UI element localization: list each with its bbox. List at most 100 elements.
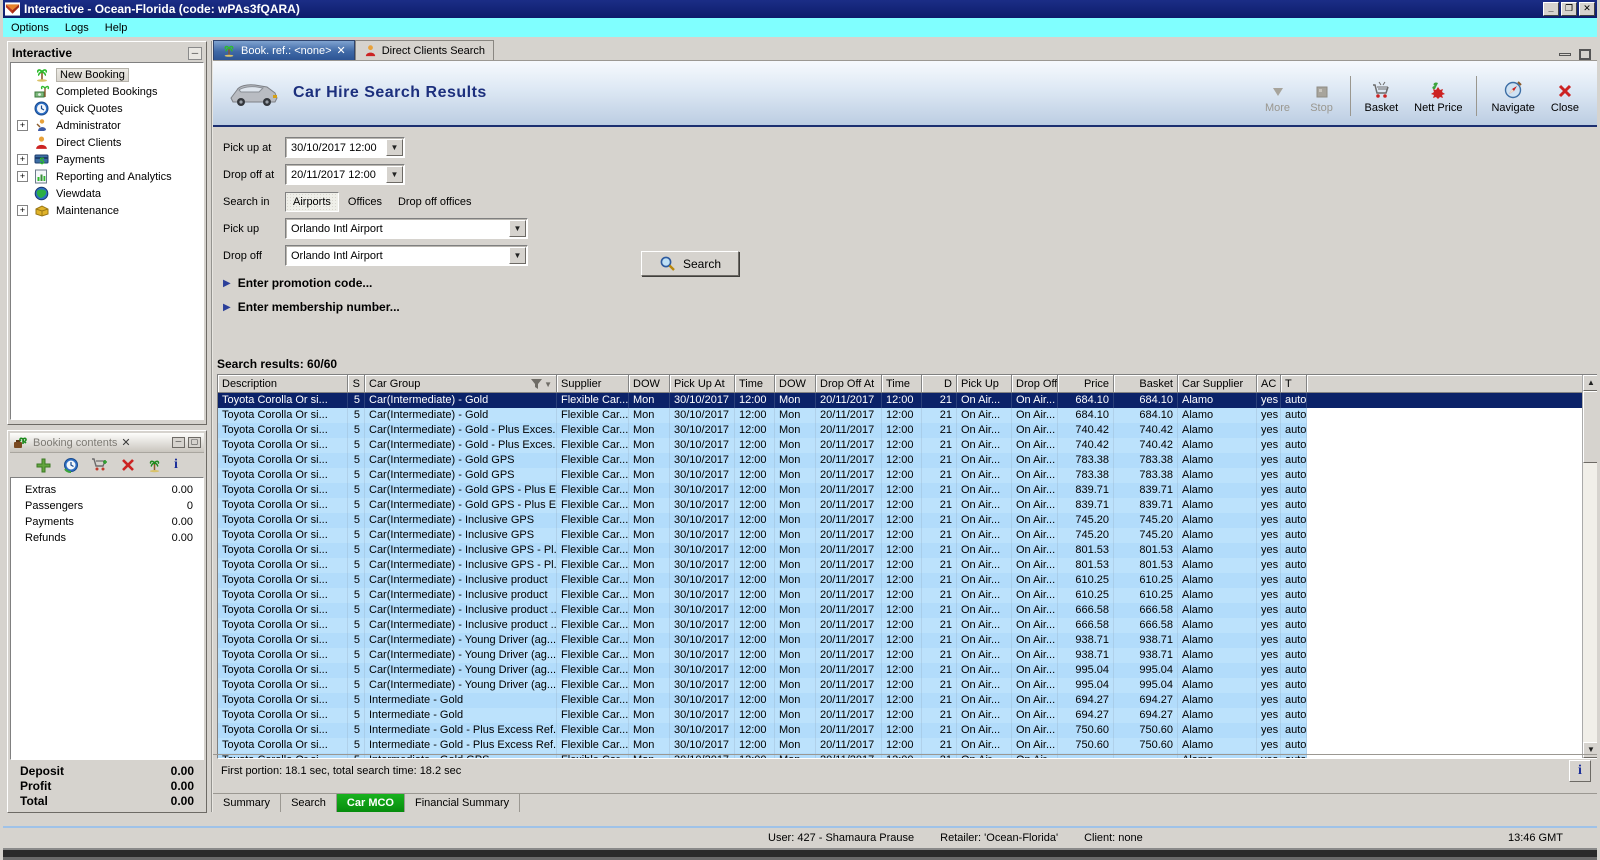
table-row[interactable]: Toyota Corolla Or si... 5 Car(Intermediate… bbox=[218, 528, 1597, 543]
delete-icon[interactable] bbox=[121, 458, 135, 472]
table-row[interactable]: Toyota Corolla Or si... 5 Car(Intermediate… bbox=[218, 438, 1597, 453]
pickup-combobox[interactable]: Orlando Intl Airport ▼ bbox=[285, 218, 528, 239]
sidebar-item-completed-bookings[interactable]: Completed Bookings bbox=[11, 83, 203, 100]
quote-clock-icon[interactable] bbox=[63, 457, 79, 473]
table-row[interactable]: Toyota Corolla Or si... 5 Car(Intermediate… bbox=[218, 648, 1597, 663]
menu-help[interactable]: Help bbox=[97, 20, 136, 36]
chevron-down-icon[interactable]: ▼ bbox=[509, 247, 526, 264]
sidebar-item-direct-clients[interactable]: Direct Clients bbox=[11, 134, 203, 151]
navigate-button[interactable]: Navigate bbox=[1485, 78, 1540, 116]
table-row[interactable]: Toyota Corolla Or si... 5 Car(Intermediate… bbox=[218, 633, 1597, 648]
booking-contents-minimize-button[interactable]: ─ bbox=[172, 437, 185, 448]
table-row[interactable]: Toyota Corolla Or si... 5 Car(Intermediate… bbox=[218, 573, 1597, 588]
sidebar-collapse-button[interactable]: ─ bbox=[188, 46, 202, 60]
table-row[interactable]: Toyota Corolla Or si... 5 Car(Intermediate… bbox=[218, 513, 1597, 528]
table-scrollbar[interactable]: ▲ ▼ bbox=[1582, 375, 1597, 758]
info-button[interactable]: i bbox=[1569, 759, 1591, 782]
table-row[interactable]: Toyota Corolla Or si...5Intermediate - G… bbox=[218, 738, 1597, 753]
column-header-drop_off[interactable]: Drop Off bbox=[1012, 375, 1058, 393]
tab-close-icon[interactable]: ✕ bbox=[337, 44, 346, 57]
tab-search[interactable]: Search bbox=[281, 794, 337, 812]
search-in-offices[interactable]: Offices bbox=[341, 193, 389, 211]
search-in-dropoff-offices[interactable]: Drop off offices bbox=[391, 193, 479, 211]
sidebar-item-maintenance[interactable]: + Maintenance bbox=[11, 202, 203, 219]
scrollbar-thumb[interactable] bbox=[1583, 391, 1597, 463]
tab-summary[interactable]: Summary bbox=[213, 794, 282, 812]
table-row[interactable]: Toyota Corolla Or si...5Intermediate - G… bbox=[218, 723, 1597, 738]
chevron-down-icon[interactable]: ▼ bbox=[386, 166, 403, 183]
palm-small-icon[interactable] bbox=[147, 458, 162, 473]
table-row[interactable]: Toyota Corolla Or si... 5 Car(Intermediate… bbox=[218, 468, 1597, 483]
tab-direct-clients-search[interactable]: Direct Clients Search bbox=[354, 40, 495, 60]
table-row[interactable]: Toyota Corolla Or si... 5 Car(Intermediate… bbox=[218, 408, 1597, 423]
column-header-dow1[interactable]: DOW bbox=[629, 375, 670, 393]
membership-number-expander[interactable]: ▶ Enter membership number... bbox=[223, 300, 983, 314]
dropoff-combobox[interactable]: Orlando Intl Airport ▼ bbox=[285, 245, 528, 266]
info-icon[interactable]: i bbox=[174, 457, 178, 473]
column-header-t[interactable]: T bbox=[1281, 375, 1307, 393]
table-row[interactable]: Toyota Corolla Or si... 5 Car(Intermediate… bbox=[218, 483, 1597, 498]
sidebar-item-quick-quotes[interactable]: Quick Quotes bbox=[11, 100, 203, 117]
sidebar-item-administrator[interactable]: + Administrator bbox=[11, 117, 203, 134]
booking-contents-close-icon[interactable]: ✕ bbox=[121, 436, 130, 449]
filter-funnel-icon[interactable]: ▼ bbox=[531, 379, 552, 389]
column-header-basket[interactable]: Basket bbox=[1114, 375, 1178, 393]
expand-plus-icon[interactable]: + bbox=[17, 171, 28, 182]
minimize-button[interactable]: _ bbox=[1543, 2, 1559, 16]
table-row[interactable]: Toyota Corolla Or si... 5 Car(Intermediate… bbox=[218, 543, 1597, 558]
close-page-button[interactable]: Close bbox=[1545, 81, 1585, 116]
expand-plus-icon[interactable]: + bbox=[17, 120, 28, 131]
table-row[interactable]: Toyota Corolla Or si... 5 Car(Intermediate… bbox=[218, 453, 1597, 468]
column-header-pick_up[interactable]: Pick Up bbox=[957, 375, 1012, 393]
menu-logs[interactable]: Logs bbox=[57, 20, 97, 36]
table-row[interactable]: Toyota Corolla Or si... 5 Car(Intermediate… bbox=[218, 393, 1597, 408]
cart-add-icon[interactable] bbox=[91, 457, 109, 473]
tab-booking-ref[interactable]: Book. ref.: <none> ✕ bbox=[213, 40, 355, 60]
column-header-time2[interactable]: Time bbox=[882, 375, 922, 393]
column-header-time1[interactable]: Time bbox=[735, 375, 775, 393]
tab-car-mco[interactable]: Car MCO bbox=[336, 794, 405, 812]
table-row[interactable]: Toyota Corolla Or si... 5 Car(Intermediate… bbox=[218, 588, 1597, 603]
basket-button[interactable]: Basket bbox=[1359, 79, 1405, 116]
column-header-dropoff_at[interactable]: Drop Off At bbox=[816, 375, 882, 393]
table-row[interactable]: Toyota Corolla Or si... 5 Car(Intermediate… bbox=[218, 603, 1597, 618]
search-button[interactable]: Search bbox=[641, 251, 739, 276]
expand-plus-icon[interactable]: + bbox=[17, 154, 28, 165]
column-header-price[interactable]: Price bbox=[1058, 375, 1114, 393]
sidebar-item-payments[interactable]: + $ Payments bbox=[11, 151, 203, 168]
pickup-at-combobox[interactable]: 30/10/2017 12:00 ▼ bbox=[285, 137, 405, 158]
table-row[interactable]: Toyota Corolla Or si... 5 Car(Intermediate… bbox=[218, 498, 1597, 513]
scroll-up-icon[interactable]: ▲ bbox=[1583, 375, 1597, 391]
tab-financial-summary[interactable]: Financial Summary bbox=[405, 794, 521, 812]
dropoff-at-combobox[interactable]: 20/11/2017 12:00 ▼ bbox=[285, 164, 405, 185]
column-header-ac[interactable]: AC bbox=[1257, 375, 1281, 393]
column-header-pickup_at[interactable]: Pick Up At bbox=[670, 375, 735, 393]
column-header-s[interactable]: S bbox=[348, 375, 365, 393]
column-header-d[interactable]: D bbox=[922, 375, 957, 393]
restore-button[interactable]: ❐ bbox=[1561, 2, 1577, 16]
chevron-down-icon[interactable]: ▼ bbox=[509, 220, 526, 237]
add-icon[interactable] bbox=[36, 458, 51, 473]
table-row[interactable]: Toyota Corolla Or si...5Intermediate - G… bbox=[218, 708, 1597, 723]
table-row[interactable]: Toyota Corolla Or si... 5 Car(Intermediate… bbox=[218, 558, 1597, 573]
chevron-down-icon[interactable]: ▼ bbox=[386, 139, 403, 156]
column-header-dow2[interactable]: DOW bbox=[775, 375, 816, 393]
table-row[interactable]: Toyota Corolla Or si... 5 Car(Intermediate… bbox=[218, 663, 1597, 678]
booking-contents-maximize-button[interactable]: ▢ bbox=[188, 437, 201, 448]
search-in-airports[interactable]: Airports bbox=[285, 191, 339, 212]
column-header-supplier[interactable]: Supplier bbox=[557, 375, 629, 393]
column-header-description[interactable]: Description bbox=[218, 375, 348, 393]
panel-maximize-icon[interactable] bbox=[1579, 49, 1591, 60]
sidebar-item-reporting-and-analytics[interactable]: + Reporting and Analytics bbox=[11, 168, 203, 185]
menu-options[interactable]: Options bbox=[3, 20, 57, 36]
nett-price-button[interactable]: Nett Price bbox=[1408, 79, 1468, 116]
column-header-car_group[interactable]: Car Group ▼ bbox=[365, 375, 557, 393]
column-header-car_supplier[interactable]: Car Supplier bbox=[1178, 375, 1257, 393]
table-row[interactable]: Toyota Corolla Or si... 5 Car(Intermediate… bbox=[218, 423, 1597, 438]
sidebar-item-new-booking[interactable]: New Booking bbox=[11, 66, 203, 83]
expand-plus-icon[interactable]: + bbox=[17, 205, 28, 216]
table-row[interactable]: Toyota Corolla Or si... 5 Car(Intermediate… bbox=[218, 618, 1597, 633]
table-row[interactable]: Toyota Corolla Or si...5Intermediate - G… bbox=[218, 693, 1597, 708]
promotion-code-expander[interactable]: ▶ Enter promotion code... bbox=[223, 276, 983, 290]
panel-minimize-icon[interactable] bbox=[1559, 53, 1571, 56]
